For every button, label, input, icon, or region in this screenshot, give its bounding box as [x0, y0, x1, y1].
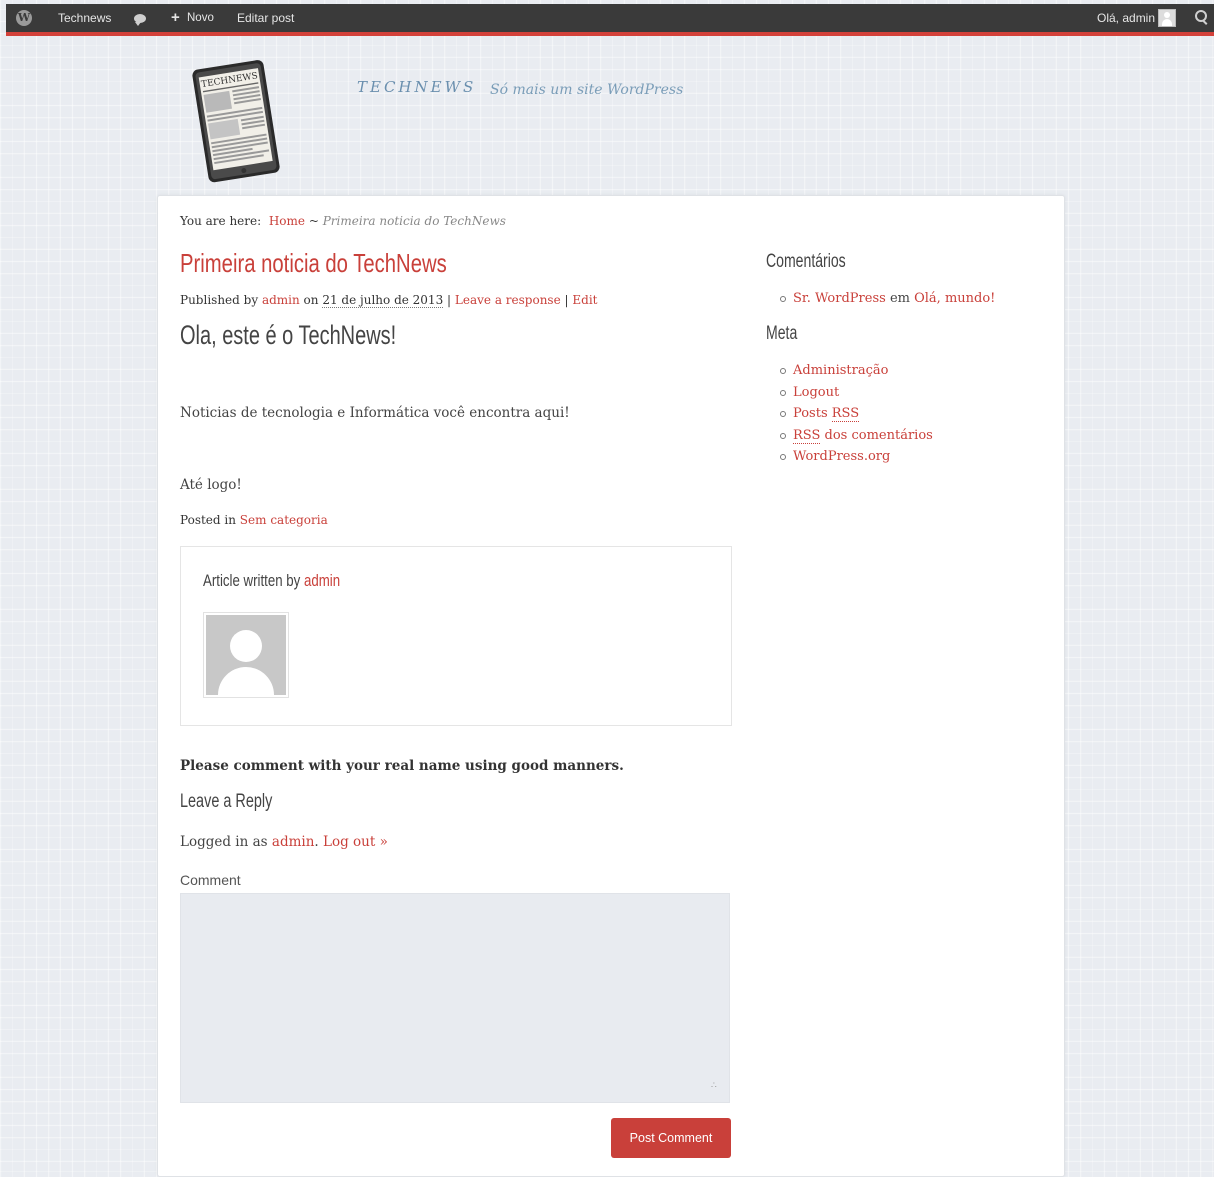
- resize-grip-icon[interactable]: ∴: [711, 1082, 717, 1091]
- comments-bubble-icon[interactable]: [134, 14, 146, 26]
- meta-list: Administração Logout Posts RSS RSS dos c…: [778, 360, 933, 468]
- post-meta: Published by admin on 21 de julho de 201…: [180, 293, 598, 308]
- meta-logout-link[interactable]: Logout: [793, 385, 839, 400]
- reply-title: Leave a Reply: [180, 791, 273, 812]
- comment-post-link[interactable]: Olá, mundo!: [914, 291, 995, 306]
- logout-link[interactable]: Log out »: [323, 834, 388, 850]
- rss-abbr: RSS: [831, 406, 860, 422]
- meta-author-link[interactable]: admin: [262, 293, 300, 307]
- breadcrumb: You are here: Home ~ Primeira noticia do…: [180, 214, 506, 228]
- meta-comments-rss-link[interactable]: RSS dos comentários: [793, 427, 933, 444]
- admin-bar-site-name[interactable]: Technews: [58, 4, 111, 32]
- post-paragraph: Noticias de tecnologia e Informática voc…: [180, 405, 570, 421]
- list-item: Sr. WordPress em Olá, mundo!: [778, 288, 995, 310]
- content-card: You are here: Home ~ Primeira noticia do…: [157, 195, 1065, 1177]
- list-item: Posts RSS: [778, 403, 933, 425]
- admin-bar-greeting[interactable]: Olá, admin: [1097, 4, 1155, 32]
- meta-separator: |: [447, 293, 452, 307]
- list-item: WordPress.org: [778, 446, 933, 468]
- logged-in-prefix: Logged in as: [180, 834, 268, 850]
- admin-bar-accent-line: [6, 32, 1214, 36]
- author-box-link[interactable]: admin: [304, 571, 340, 590]
- site-title[interactable]: TECHNEWS: [357, 78, 476, 96]
- meta-separator: |: [564, 293, 569, 307]
- leave-response-link[interactable]: Leave a response: [455, 293, 561, 307]
- comment-em: em: [889, 291, 910, 306]
- posted-in: Posted in Sem categoria: [180, 513, 328, 527]
- edit-post-link[interactable]: Edit: [572, 293, 597, 307]
- recent-comments-list: Sr. WordPress em Olá, mundo!: [778, 288, 995, 310]
- comment-author-link[interactable]: Sr. WordPress: [793, 291, 886, 306]
- search-icon[interactable]: [1195, 10, 1207, 22]
- comment-textarea[interactable]: [180, 893, 730, 1103]
- list-item: RSS dos comentários: [778, 425, 933, 447]
- list-item: Administração: [778, 360, 933, 382]
- admin-bar: W Technews + Novo Editar post Olá, admin: [6, 4, 1214, 36]
- meta-published-by: Published by: [180, 293, 259, 307]
- comment-label: Comment: [180, 872, 241, 888]
- meta-on: on: [303, 293, 319, 307]
- post-heading: Ola, este é o TechNews!: [180, 320, 397, 350]
- wordpress-logo-icon[interactable]: W: [16, 10, 32, 26]
- breadcrumb-prefix: You are here:: [180, 214, 262, 228]
- author-box-title: Article written by admin: [203, 571, 340, 591]
- admin-bar-edit-post[interactable]: Editar post: [237, 4, 294, 32]
- widget-title-comments: Comentários: [766, 251, 846, 272]
- post-paragraph: Até logo!: [180, 477, 242, 493]
- post-title[interactable]: Primeira noticia do TechNews: [180, 248, 447, 279]
- plus-icon[interactable]: +: [171, 4, 180, 32]
- rss-abbr: RSS: [793, 427, 821, 444]
- admin-avatar-icon[interactable]: [1158, 9, 1176, 27]
- site-logo-tablet[interactable]: TECHNEWS: [186, 58, 288, 184]
- meta-date: 21 de julho de 2013: [322, 293, 444, 308]
- site-tagline: Só mais um site WordPress: [490, 82, 684, 98]
- list-item: Logout: [778, 382, 933, 404]
- breadcrumb-separator: ~: [308, 214, 319, 228]
- category-link[interactable]: Sem categoria: [240, 513, 328, 527]
- meta-posts-rss-link[interactable]: Posts RSS: [793, 406, 860, 422]
- logged-in-user-link[interactable]: admin: [272, 834, 315, 850]
- meta-wordpress-org-link[interactable]: WordPress.org: [793, 449, 890, 464]
- author-box: Article written by admin: [180, 546, 732, 726]
- posts-label: Posts: [793, 406, 828, 421]
- breadcrumb-home-link[interactable]: Home: [269, 214, 305, 228]
- comments-rss-label: dos comentários: [824, 427, 933, 443]
- comment-policy-note: Please comment with your real name using…: [180, 758, 624, 774]
- post-comment-button[interactable]: Post Comment: [611, 1118, 731, 1158]
- breadcrumb-current: Primeira noticia do TechNews: [322, 214, 506, 228]
- posted-in-label: Posted in: [180, 513, 236, 527]
- author-box-label: Article written by: [203, 571, 301, 590]
- admin-bar-new-button[interactable]: Novo: [187, 4, 214, 32]
- logged-in-as: Logged in as admin. Log out »: [180, 834, 388, 850]
- author-avatar: [203, 612, 289, 698]
- meta-admin-link[interactable]: Administração: [793, 363, 888, 378]
- widget-title-meta: Meta: [766, 323, 798, 344]
